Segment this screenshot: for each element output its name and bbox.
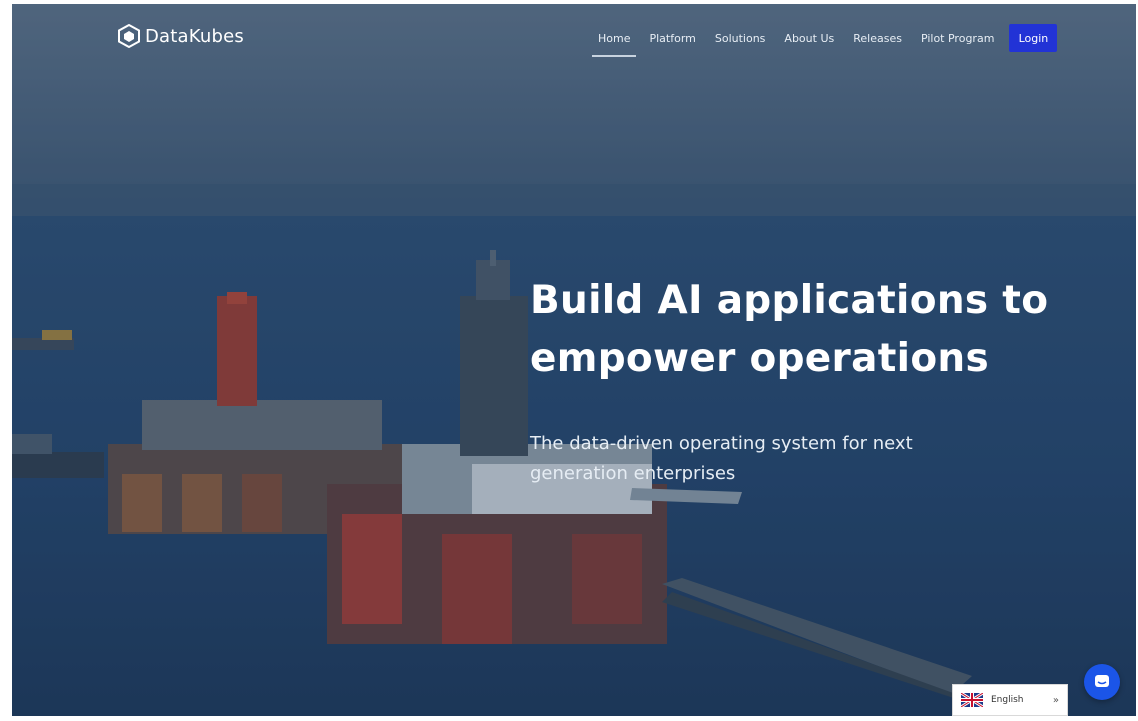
top-navigation: DataKubes Home Platform Solutions About …	[12, 4, 1136, 74]
login-button[interactable]: Login	[1009, 24, 1058, 52]
nav-item-platform[interactable]: Platform	[647, 26, 697, 51]
hero-subtitle-line-2: generation enterprises	[530, 463, 736, 484]
hero-subtitle-line-1: The data-driven operating system for nex…	[530, 433, 913, 454]
chevron-right-icon: »	[1052, 694, 1059, 706]
hexagon-logo-icon	[118, 24, 140, 48]
nav-item-about-us[interactable]: About Us	[782, 26, 836, 51]
chat-button[interactable]	[1084, 664, 1120, 700]
chat-bubble-icon	[1095, 675, 1109, 687]
brand-logo[interactable]: DataKubes	[118, 24, 244, 48]
nav-item-releases[interactable]: Releases	[851, 26, 904, 51]
nav-item-home[interactable]: Home	[591, 26, 638, 57]
hero-subtitle: The data-driven operating system for nex…	[530, 429, 930, 489]
hero-title: Build AI applications to empower operati…	[530, 272, 1070, 388]
nav-item-pilot-program[interactable]: Pilot Program	[919, 26, 996, 51]
hero-title-line-2: empower operations	[530, 336, 989, 381]
nav-menu: Home Platform Solutions About Us Release…	[591, 24, 1058, 57]
brand-name: DataKubes	[145, 25, 244, 47]
nav-item-solutions[interactable]: Solutions	[713, 26, 768, 51]
language-label: English	[991, 695, 1024, 705]
language-selector[interactable]: English »	[952, 684, 1068, 716]
uk-flag-icon	[961, 693, 983, 707]
hero-title-line-1: Build AI applications to	[530, 278, 1049, 323]
hero-section: DataKubes Home Platform Solutions About …	[12, 4, 1136, 716]
